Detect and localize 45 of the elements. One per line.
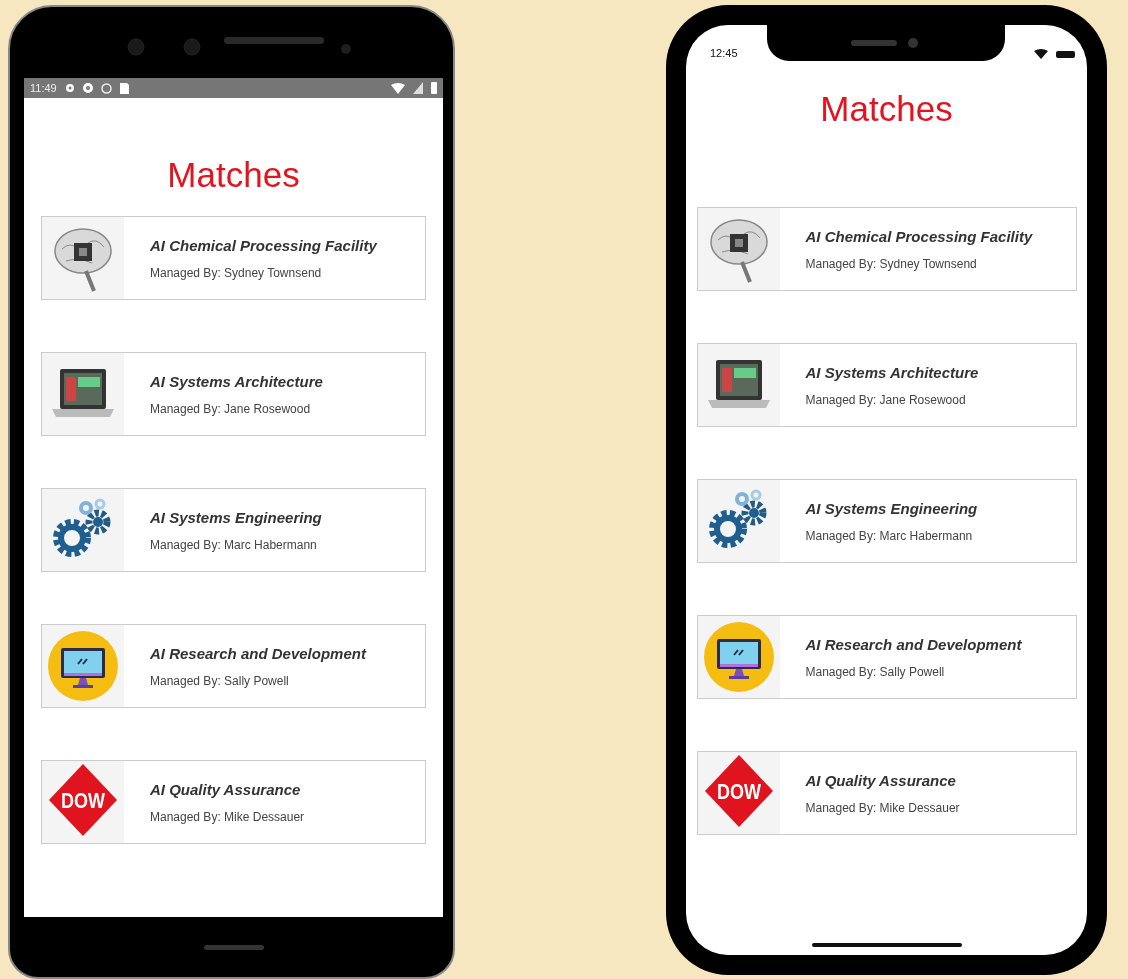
match-title: AI Research and Development	[805, 635, 1022, 653]
speaker-camera-icon	[850, 38, 921, 48]
manager-text: Managed By: Marc Habermann	[805, 528, 974, 543]
match-card[interactable]: DOW AI Quality Assurance Managed By: Mike Dessauer	[696, 751, 1077, 835]
status-time: 12:45	[710, 47, 738, 59]
match-card[interactable]: AI Systems Architecture Managed By: Jane Rosewood	[41, 352, 426, 436]
manager-text: Managed By: Sydney Townsend	[805, 256, 978, 271]
manager-text: Managed By: Sally Powell	[150, 673, 290, 688]
match-title: AI Quality Assurance	[150, 780, 302, 798]
match-title: AI Chemical Processing Facility	[150, 236, 377, 254]
manager-text: Managed By: Mike Dessauer	[150, 809, 305, 824]
battery-icon	[1056, 50, 1075, 58]
page-title: Matches	[167, 155, 300, 195]
match-title: AI Systems Engineering	[150, 508, 322, 526]
match-card[interactable]: DOW AI Quality Assurance Managed By: Mike Dessauer	[41, 760, 426, 844]
manager-text: Managed By: Jane Rosewood	[150, 401, 312, 416]
match-title: AI Systems Architecture	[805, 363, 979, 381]
monitor-icon	[702, 621, 775, 693]
manager-text: Managed By: Marc Habermann	[150, 537, 318, 552]
battery-icon	[431, 82, 437, 94]
match-card[interactable]: AI Systems Engineering Managed By: Marc Habermann	[696, 479, 1077, 563]
match-card[interactable]: AI Research and Development Managed By: Sally Powell	[41, 624, 426, 708]
status-time: 11:49	[30, 82, 57, 94]
match-title: AI Quality Assurance	[805, 771, 957, 789]
manager-text: Managed By: Sally Powell	[805, 664, 946, 679]
signal-icon	[413, 82, 423, 94]
match-card[interactable]: AI Chemical Processing Facility Managed By: Sydney Townsend	[41, 216, 426, 300]
wifi-icon	[1034, 49, 1048, 59]
match-title: AI Research and Development	[150, 644, 366, 662]
monitor-icon	[47, 630, 119, 702]
circle-icon	[82, 83, 93, 93]
match-card[interactable]: AI Systems Engineering Managed By: Marc Habermann	[41, 488, 426, 572]
sd-card-icon	[119, 82, 129, 94]
page-title: Matches	[820, 89, 953, 129]
match-card[interactable]: AI Research and Development Managed By: Sally Powell	[696, 615, 1077, 699]
match-card[interactable]: AI Systems Architecture Managed By: Jane Rosewood	[696, 343, 1077, 427]
match-card[interactable]: AI Chemical Processing Facility Managed By: Sydney Townsend	[696, 207, 1077, 291]
home-bar	[203, 944, 264, 950]
wifi-icon	[391, 82, 405, 94]
manager-text: Managed By: Sydney Townsend	[150, 265, 323, 280]
match-title: AI Systems Architecture	[150, 372, 323, 390]
manager-text: Managed By: Jane Rosewood	[805, 392, 967, 407]
manager-text: Managed By: Mike Dessauer	[805, 800, 960, 815]
match-title: AI Systems Engineering	[805, 499, 978, 517]
match-title: AI Chemical Processing Facility	[805, 227, 1033, 245]
